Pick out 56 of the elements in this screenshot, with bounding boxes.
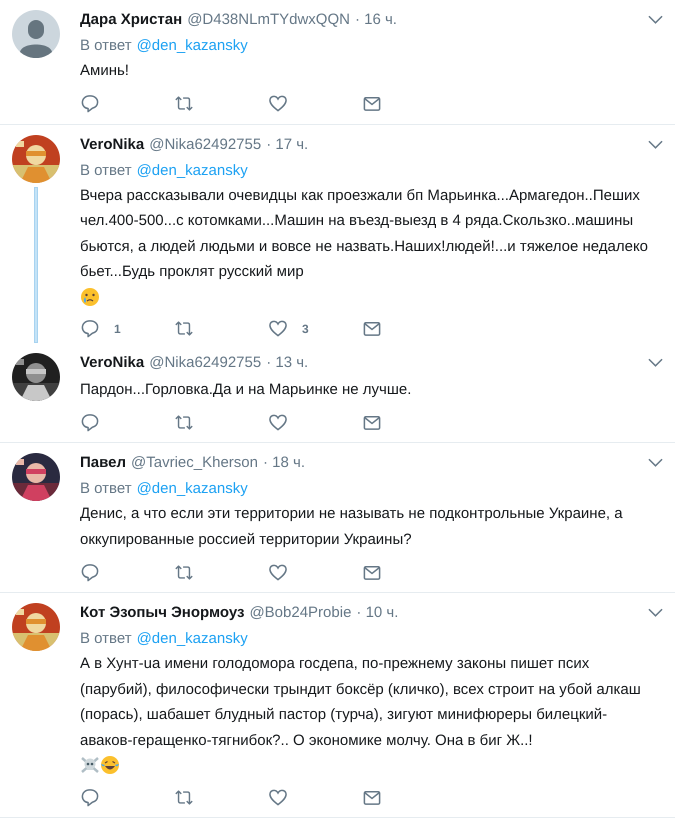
reply-label: В ответ <box>80 37 132 54</box>
message-icon[interactable] <box>362 319 382 338</box>
like-icon[interactable] <box>268 94 288 113</box>
timestamp[interactable]: · 13 ч. <box>266 352 308 372</box>
tweet-text: А в Хунт-ua имени голодомора госдепа, по-прежнему законы пишет псих (парубий), философически трындит боксёр (кличко), всех строит на убой алкаш (порась), шабашет блудный пастор (турча), зигуют минифюреры билецкий-аваков-геращенко-тягнибок?.. О экономике молчу. Она в биг Ж..! <box>80 654 642 750</box>
like-icon[interactable] <box>268 412 288 432</box>
reply-icon[interactable] <box>80 562 100 582</box>
mention-link[interactable]: @den_kazansky <box>136 162 248 178</box>
caret-icon[interactable] <box>648 15 663 25</box>
retweet-icon[interactable] <box>174 94 194 113</box>
reply-label: В ответ <box>80 480 132 497</box>
skull-icon <box>80 755 100 775</box>
user-handle[interactable]: @D438NLmTYdwxQQN <box>187 10 350 30</box>
timestamp[interactable]: · 16 ч. <box>354 10 397 30</box>
laughing-face-icon <box>100 755 120 775</box>
reply-icon[interactable] <box>80 319 100 338</box>
mention-link[interactable]: @den_kazansky <box>136 37 248 54</box>
reply-label: В ответ <box>80 630 132 647</box>
user-handle[interactable]: @Tavriec_Kherson <box>131 453 258 473</box>
reply-label: В ответ <box>80 162 132 178</box>
user-handle[interactable]: @Nika62492755 <box>149 352 262 372</box>
caret-icon[interactable] <box>648 608 663 618</box>
user-name[interactable]: Кот Эзопыч Энормоуз <box>80 603 244 623</box>
user-name[interactable]: VeroNika <box>80 352 144 372</box>
like-icon[interactable] <box>268 319 288 338</box>
tweet-text: Вчера рассказывали очевидцы как проезжали бп Марьинка...Армагедон..Пеших чел.400-500...с котомками...Машин на въезд-выезд в 4 ряда.Скользко..машины бьются, а людей людьми и вовсе не назвать.Наших!людей!...и тяжелое недалеко бьет...Будь проклят русский мир <box>80 186 650 282</box>
reply-icon[interactable] <box>80 788 100 806</box>
mention-link[interactable]: @den_kazansky <box>136 630 248 647</box>
caret-icon[interactable] <box>648 358 663 368</box>
caret-icon[interactable] <box>648 140 663 150</box>
user-name[interactable]: Дара Христан <box>80 10 182 30</box>
like-count: 3 <box>302 322 309 336</box>
like-icon[interactable] <box>268 562 288 582</box>
user-handle[interactable]: @Bob24Probie <box>249 603 352 623</box>
user-name[interactable]: VeroNika <box>80 134 144 154</box>
reply-icon[interactable] <box>80 412 100 432</box>
timestamp[interactable]: · 18 ч. <box>262 453 305 473</box>
retweet-icon[interactable] <box>174 412 194 432</box>
timestamp[interactable]: · 10 ч. <box>356 603 398 623</box>
reply-count: 1 <box>114 322 121 336</box>
crying-face-icon <box>80 286 100 306</box>
retweet-icon[interactable] <box>174 562 194 582</box>
user-name[interactable]: Павел <box>80 453 126 473</box>
tweet-text: Денис, а что если эти территории не называть не подконтрольные Украине, а оккупированные россией территории Украины? <box>80 504 624 550</box>
tweet-text: Пардон...Горловка.Да и на Марьинке не лучше. <box>80 380 412 400</box>
default-avatar-icon[interactable] <box>12 10 60 58</box>
timestamp[interactable]: · 17 ч. <box>266 134 308 154</box>
caret-icon[interactable] <box>648 458 663 468</box>
retweet-icon[interactable] <box>174 788 194 806</box>
user-handle[interactable]: @Nika62492755 <box>149 134 262 154</box>
like-icon[interactable] <box>268 788 288 806</box>
tweet-text: Аминь! <box>80 61 130 81</box>
message-icon[interactable] <box>362 94 382 113</box>
retweet-icon[interactable] <box>174 319 194 338</box>
reply-icon[interactable] <box>80 94 100 113</box>
mention-link[interactable]: @den_kazansky <box>136 480 248 497</box>
